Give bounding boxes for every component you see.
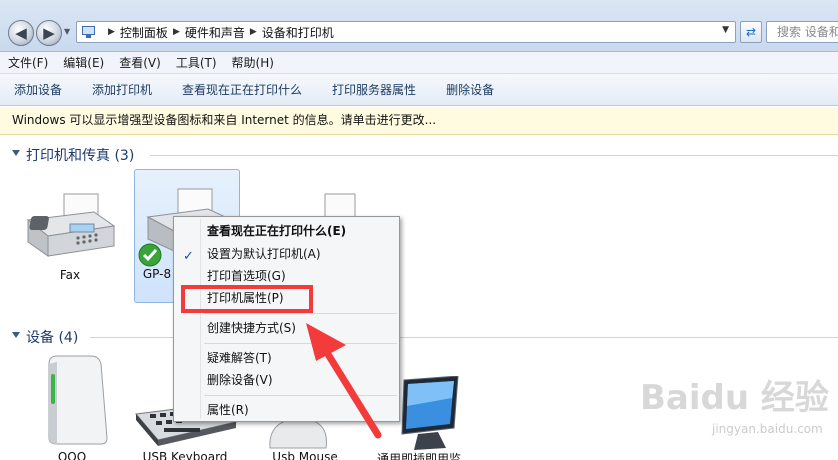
device-label: 通用即插即用监 [376,452,461,460]
control-panel-icon [81,25,97,39]
watermark-logo: Baidu 经验 [640,378,829,418]
recent-pages-dropdown-icon[interactable]: ▼ [64,27,74,37]
menu-tools[interactable]: 工具(T) [176,54,217,71]
breadcrumb-devices-printers[interactable]: 设备和打印机 [262,24,334,41]
breadcrumb-hardware-sound[interactable]: 硬件和声音 [185,24,245,41]
print-server-properties-button[interactable]: 打印服务器属性 [332,81,416,98]
printers-group-title: 打印机和传真 (3) [26,148,135,164]
annotation-highlight-box [181,285,313,313]
menu-item-see-whats-printing[interactable]: 查看现在正在打印什么(E) [174,220,399,242]
device-label: QQQ [57,450,87,460]
menu-item-printing-preferences[interactable]: 打印首选项(G) [174,265,399,287]
menu-edit[interactable]: 编辑(E) [63,54,104,71]
breadcrumb-arrow-icon[interactable]: ▶ [173,27,180,37]
devices-group-header[interactable]: 设备 (4) [0,327,838,347]
menu-view[interactable]: 查看(V) [119,54,161,71]
add-printer-button[interactable]: 添加打印机 [92,81,152,98]
menu-help[interactable]: 帮助(H) [232,54,274,71]
default-printer-check-icon [138,243,162,267]
menu-bar: 文件(F) 编辑(E) 查看(V) 工具(T) 帮助(H) [0,52,838,74]
collapse-arrow-icon[interactable] [12,332,20,338]
annotation-arrow-icon [306,323,382,439]
forward-arrow-icon[interactable]: ▶ [36,20,62,46]
see-whats-printing-button[interactable]: 查看现在正在打印什么 [182,81,302,98]
baidu-jingyan-watermark: Baidu 经验 jingyan.baidu.com [640,370,838,450]
device-label: USB Keyboard [142,450,228,460]
printers-group-header[interactable]: 打印机和传真 (3) [0,145,838,165]
breadcrumb-arrow-icon[interactable]: ▶ [250,27,257,37]
menu-item-set-default-printer[interactable]: ✓ 设置为默认打印机(A) [174,243,399,265]
back-arrow-icon[interactable]: ◀ [8,20,34,46]
remove-device-button[interactable]: 删除设备 [446,81,494,98]
add-device-button[interactable]: 添加设备 [14,81,62,98]
menu-item-label: 设置为默认打印机(A) [207,247,321,261]
search-input[interactable]: 搜索 设备和 [766,21,838,43]
command-bar: 添加设备 添加打印机 查看现在正在打印什么 打印服务器属性 删除设备 [0,74,838,106]
device-label: Usb Mouse [272,450,338,460]
refresh-icon[interactable]: ⇄ [740,21,762,43]
menu-separator [204,313,397,314]
breadcrumb-control-panel[interactable]: 控制面板 [120,24,168,41]
fax-icon [26,193,116,257]
collapse-arrow-icon[interactable] [12,150,20,156]
devices-group-title: 设备 (4) [26,330,79,346]
group-divider [150,155,838,156]
address-bar[interactable]: ▶ 控制面板 ▶ 硬件和声音 ▶ 设备和打印机 ▼ [76,21,736,43]
external-drive-icon [48,355,108,445]
menu-file[interactable]: 文件(F) [8,54,48,71]
watermark-url: jingyan.baidu.com [712,422,823,436]
address-toolbar: ◀ ▶ ▼ ▶ 控制面板 ▶ 硬件和声音 ▶ 设备和打印机 ▼ ⇄ 搜索 设备和 [0,0,838,52]
address-dropdown-icon[interactable]: ▼ [722,25,729,35]
info-bar[interactable]: Windows 可以显示增强型设备图标和来自 Internet 的信息。请单击进… [0,107,838,135]
breadcrumb-arrow-icon[interactable]: ▶ [108,27,115,37]
device-tile-external-drive[interactable]: QQQ [22,352,122,460]
